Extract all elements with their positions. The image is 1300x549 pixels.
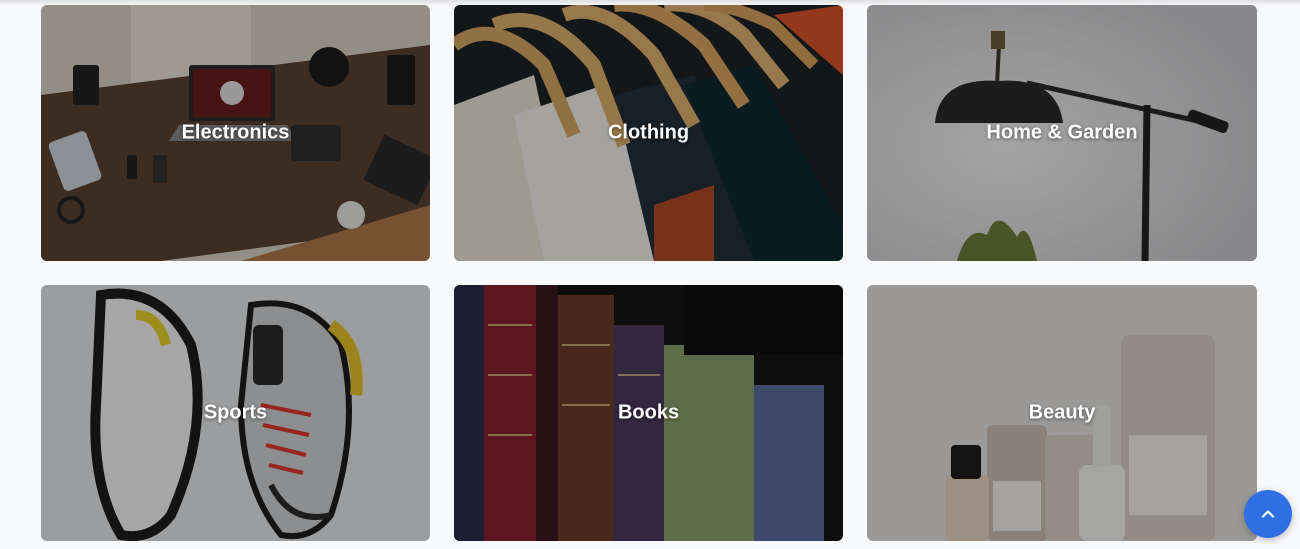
category-label: Sports: [203, 401, 268, 424]
category-grid: Electronics Clothing Home & Garden Sport…: [41, 5, 1257, 541]
chevron-up-icon: [1261, 510, 1275, 518]
scroll-to-top-button[interactable]: [1244, 490, 1292, 538]
category-card-sports[interactable]: Sports: [41, 285, 430, 541]
category-card-clothing[interactable]: Clothing: [454, 5, 843, 261]
category-label: Beauty: [1028, 401, 1096, 424]
category-card-home-garden[interactable]: Home & Garden: [867, 5, 1257, 261]
category-label: Home & Garden: [986, 121, 1138, 144]
category-card-electronics[interactable]: Electronics: [41, 5, 430, 261]
category-label: Books: [617, 401, 680, 424]
category-label: Electronics: [181, 121, 290, 144]
category-card-beauty[interactable]: Beauty: [867, 285, 1257, 541]
category-card-books[interactable]: Books: [454, 285, 843, 541]
category-label: Clothing: [607, 121, 690, 144]
header-shadow: [0, 0, 1300, 6]
